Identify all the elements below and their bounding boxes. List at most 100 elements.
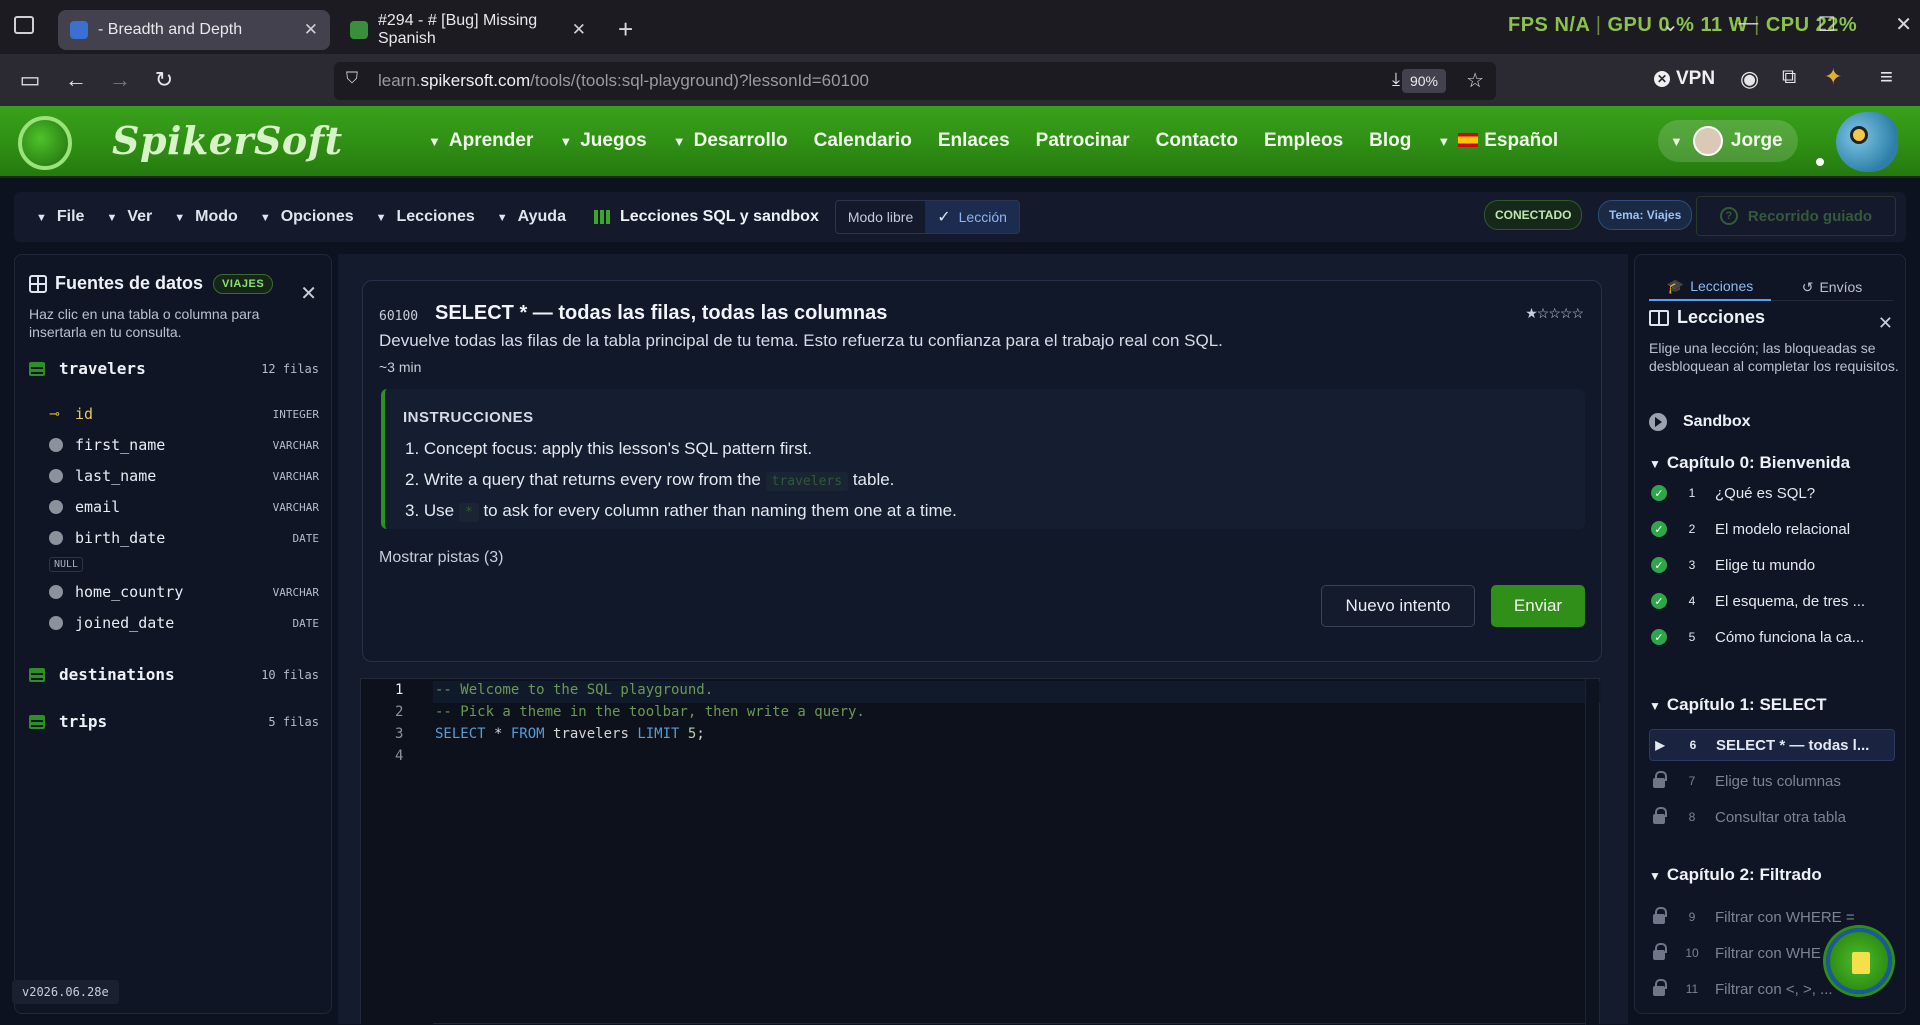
table-trips[interactable]: trips 5 filas — [29, 712, 319, 731]
mode-free-button[interactable]: Modo libre — [836, 201, 925, 233]
bookmark-star-icon[interactable]: ☆ — [1466, 68, 1484, 93]
zoom-level[interactable]: 90% — [1401, 69, 1446, 93]
maximize-icon[interactable]: ☐ — [1818, 12, 1836, 37]
data-sources-heading: Fuentes de datos VIAJES — [29, 273, 274, 294]
nav-enlaces[interactable]: Enlaces — [938, 130, 1010, 152]
account-icon[interactable]: ◉ — [1740, 66, 1759, 92]
table-destinations[interactable]: destinations 10 filas — [29, 665, 319, 684]
retry-button[interactable]: Nuevo intento — [1321, 585, 1475, 627]
menu-modo[interactable]: ▼ Modo — [174, 208, 238, 226]
submit-button[interactable]: Enviar — [1491, 585, 1585, 627]
close-icon[interactable]: ✕ — [300, 281, 317, 306]
app-menu-icon[interactable]: ≡ — [1880, 64, 1893, 90]
minimize-icon[interactable]: — — [1738, 12, 1758, 37]
reload-icon[interactable]: ↻ — [144, 60, 184, 100]
lock-icon — [1653, 943, 1667, 960]
extension-badge-icon[interactable]: ✦ — [1824, 64, 1842, 90]
sandbox-item[interactable]: Sandbox — [1649, 413, 1751, 431]
new-tab-icon[interactable]: + — [618, 14, 633, 45]
lesson-item[interactable]: ✓ 1 ¿Qué es SQL? — [1649, 477, 1895, 509]
back-icon[interactable]: ← — [56, 60, 96, 100]
tab-close-icon[interactable]: ✕ — [304, 20, 318, 40]
menu-ayuda[interactable]: ▼ Ayuda — [497, 208, 566, 226]
column-id[interactable]: ⊸ id INTEGER — [49, 405, 319, 423]
notification-dot — [1816, 158, 1824, 166]
column-home-country[interactable]: home_country VARCHAR — [49, 583, 319, 601]
brand-logo-text[interactable]: SpikerSoft — [112, 118, 343, 163]
row-count: 10 filas — [261, 667, 319, 682]
address-bar[interactable]: ⛉ learn.spikersoft.com/tools/(tools:sql-… — [334, 62, 1496, 100]
lesson-item[interactable]: ✓ 3 Elige tu mundo — [1649, 549, 1895, 581]
tab-list-icon[interactable] — [14, 16, 34, 34]
completed-check-icon: ✓ — [1651, 521, 1667, 537]
nav-patrocinar[interactable]: Patrocinar — [1036, 130, 1130, 152]
column-dot-icon — [49, 531, 63, 545]
logo-icon[interactable] — [18, 116, 72, 170]
lesson-item[interactable]: ✓ 4 El esquema, de tres ... — [1649, 585, 1895, 617]
tab-close-icon[interactable]: ✕ — [572, 20, 586, 40]
chevron-down-icon: ▼ — [174, 212, 186, 224]
column-name: birth_date — [75, 529, 166, 547]
site-info-icon[interactable]: ⛉ — [346, 70, 358, 88]
lesson-item-locked[interactable]: 7 Elige tus columnas — [1649, 765, 1895, 797]
nav-contacto[interactable]: Contacto — [1156, 130, 1238, 152]
code-line-3: SELECT * FROM travelers LIMIT 5; — [435, 726, 705, 742]
book-icon — [1649, 309, 1669, 326]
nullable-tag: NULL — [49, 557, 84, 572]
lesson-item[interactable]: ✓ 2 El modelo relacional — [1649, 513, 1895, 545]
editor-scrollbar[interactable] — [1585, 679, 1599, 1025]
vpn-label: VPN — [1676, 68, 1716, 89]
nav-empleos[interactable]: Empleos — [1264, 130, 1343, 152]
column-joined-date[interactable]: joined_date DATE — [49, 614, 319, 632]
column-last-name[interactable]: last_name VARCHAR — [49, 467, 319, 485]
tab-breadth-depth[interactable]: - Breadth and Depth ✕ — [58, 10, 330, 50]
chapter-0-header[interactable]: ▼ Capítulo 0: Bienvenida — [1649, 453, 1850, 473]
column-first-name[interactable]: first_name VARCHAR — [49, 436, 319, 454]
sql-editor[interactable]: 1 2 3 4 -- Welcome to the SQL playground… — [360, 678, 1601, 1025]
code-line-1: -- Welcome to the SQL playground. — [435, 682, 714, 698]
nav-juegos[interactable]: ▼ Juegos — [559, 130, 646, 152]
chapter-2-header[interactable]: ▼ Capítulo 2: Filtrado — [1649, 865, 1822, 885]
menu-opciones[interactable]: ▼ Opciones — [260, 208, 354, 226]
tab-bug-issue[interactable]: #294 - # [Bug] Missing Spanish ✕ — [338, 10, 598, 50]
column-birth-date[interactable]: birth_date DATE — [49, 529, 319, 547]
table-travelers[interactable]: travelers 12 filas — [29, 359, 319, 378]
mode-lesson-button[interactable]: ✓ Lección — [925, 201, 1019, 233]
mascot-chameleon-icon[interactable] — [1836, 112, 1898, 172]
sidebar-toggle-icon[interactable]: ▭ — [10, 60, 50, 100]
instructions-heading: INSTRUCCIONES — [403, 409, 534, 426]
lesson-item[interactable]: ✓ 5 Cómo funciona la ca... — [1649, 621, 1895, 653]
install-app-icon[interactable]: ⤓ — [1392, 69, 1400, 90]
show-hints-link[interactable]: Mostrar pistas (3) — [379, 549, 503, 567]
tab-envios[interactable]: ↺ Envíos — [1771, 273, 1893, 301]
column-email[interactable]: email VARCHAR — [49, 498, 319, 516]
chapter-1-header[interactable]: ▼ Capítulo 1: SELECT — [1649, 695, 1827, 715]
language-selector[interactable]: ▼ Español — [1437, 130, 1558, 152]
play-icon: ▶ — [1655, 738, 1665, 752]
guided-tour-button[interactable]: ? Recorrido guiado — [1696, 196, 1896, 236]
column-name: joined_date — [75, 614, 175, 632]
vpn-button[interactable]: ✕ VPN — [1654, 68, 1715, 90]
chevron-down-icon: ▼ — [36, 212, 47, 224]
user-menu-button[interactable]: ▼ Jorge — [1658, 120, 1798, 162]
theme-badge[interactable]: Tema: Viajes — [1598, 200, 1693, 230]
nav-desarrollo[interactable]: ▼ Desarrollo — [673, 130, 788, 152]
close-icon[interactable]: ✕ — [1878, 313, 1893, 334]
notes-fab-button[interactable] — [1826, 928, 1892, 994]
list-all-tabs-icon[interactable]: ⌄ — [1662, 12, 1679, 37]
window-close-icon[interactable]: ✕ — [1895, 12, 1912, 37]
tab-lecciones[interactable]: 🎓 Lecciones — [1649, 273, 1771, 301]
column-type: INTEGER — [272, 407, 319, 421]
nav-aprender[interactable]: ▼ Aprender — [428, 130, 533, 152]
lesson-item-locked[interactable]: 8 Consultar otra tabla — [1649, 801, 1895, 833]
lock-icon — [1653, 807, 1667, 824]
menu-lecciones[interactable]: ▼ Lecciones — [376, 208, 475, 226]
lesson-item-current[interactable]: ▶ 6 SELECT * — todas l... — [1649, 729, 1895, 761]
extensions-icon[interactable]: ⧉ — [1782, 66, 1796, 89]
data-sources-panel: Fuentes de datos VIAJES ✕ Haz clic en un… — [14, 254, 332, 1014]
menu-file[interactable]: ▼ File — [36, 208, 84, 226]
forward-icon[interactable]: → — [100, 60, 140, 100]
menu-ver[interactable]: ▼ Ver — [106, 208, 152, 226]
nav-blog[interactable]: Blog — [1369, 130, 1411, 152]
nav-calendario[interactable]: Calendario — [814, 130, 912, 152]
